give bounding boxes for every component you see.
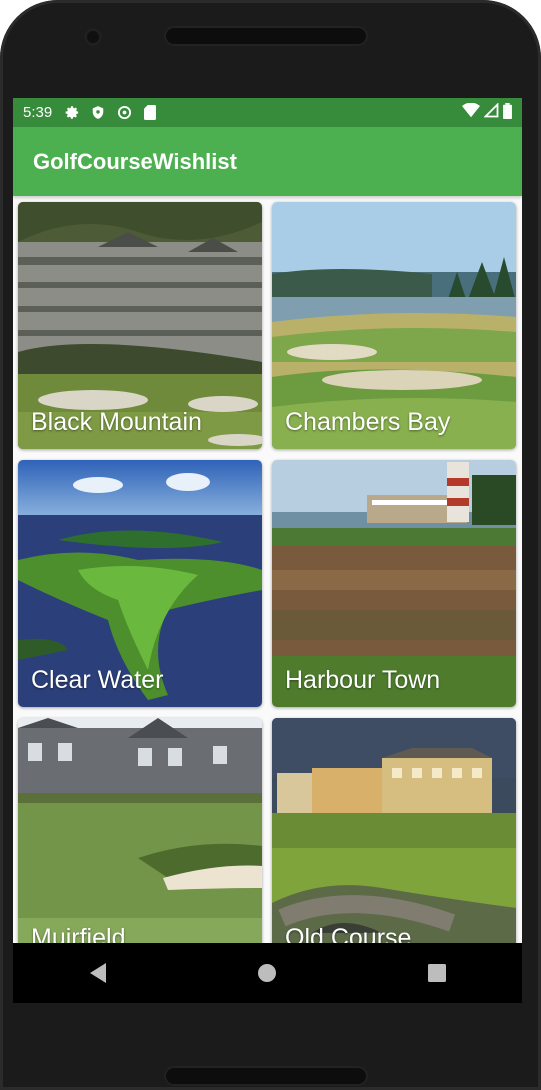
at-sign-icon (116, 105, 132, 121)
course-card-clear-water[interactable]: Clear Water (18, 460, 262, 707)
course-card-muirfield[interactable]: Muirfield (18, 718, 262, 965)
course-name-label: Harbour Town (285, 666, 441, 694)
bottom-speaker (164, 1066, 368, 1086)
course-card-old-course[interactable]: Old Course (272, 718, 516, 965)
back-triangle-icon (89, 963, 106, 983)
course-card-chambers-bay[interactable]: Chambers Bay (272, 202, 516, 449)
course-name-label: Chambers Bay (285, 408, 451, 436)
recents-square-icon (428, 964, 447, 982)
app-title: GolfCourseWishlist (33, 148, 237, 174)
sd-card-icon (142, 105, 158, 121)
gear-icon (64, 105, 80, 121)
wifi-icon (462, 102, 480, 122)
course-name-label: Black Mountain (31, 408, 202, 436)
shield-icon (90, 105, 106, 121)
course-name-label: Clear Water (31, 666, 164, 694)
home-circle-icon (258, 964, 277, 982)
back-button[interactable] (68, 943, 128, 1003)
course-card-harbour-town[interactable]: Harbour Town (272, 460, 516, 707)
app-bar: GolfCourseWishlist (13, 127, 522, 196)
screen: 5:39 GolfCourseWishlist Black Mountain C… (13, 98, 522, 1003)
phone-frame: 5:39 GolfCourseWishlist Black Mountain C… (0, 0, 541, 1090)
top-speaker (164, 26, 368, 46)
front-camera (84, 28, 102, 46)
system-nav-bar (13, 943, 522, 1003)
battery-icon (503, 102, 512, 123)
status-time: 5:39 (23, 104, 53, 121)
status-bar: 5:39 (13, 98, 522, 127)
course-card-black-mountain[interactable]: Black Mountain (18, 202, 262, 449)
recents-button[interactable] (407, 943, 467, 1003)
cell-signal-icon (483, 102, 499, 122)
home-button[interactable] (237, 943, 297, 1003)
